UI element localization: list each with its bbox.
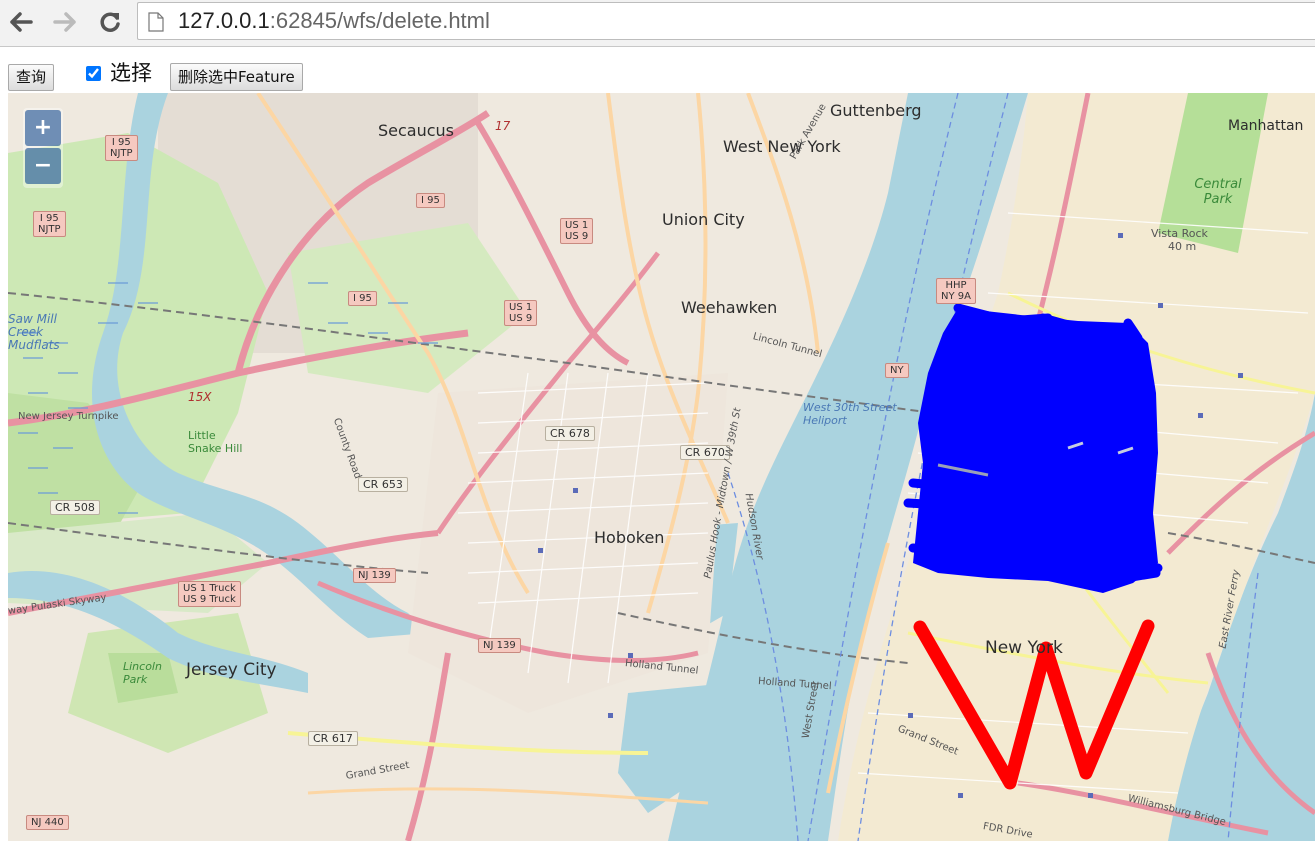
page-icon [148,12,164,32]
shield-us1-truck: US 1 Truck US 9 Truck [178,581,241,607]
place-west-30th-heliport: West 30th Street Heliport [803,401,897,427]
shield-cr678: CR 678 [545,426,595,441]
shield-i95-njtp: I 95 NJTP [33,211,66,237]
shield-i95: I 95 [416,193,445,208]
page-toolbar: 查询 选择 删除选中Feature [0,47,1315,93]
shield-hhp-ny9a: HHP NY 9A [936,278,976,304]
forward-button[interactable] [50,8,80,36]
url-path: :62845/wfs/delete.html [269,8,490,33]
shield-cr508: CR 508 [50,500,100,515]
place-vista-rock-elevation: 40 m [1168,240,1197,253]
place-manhattan: Manhattan [1228,118,1304,134]
zoom-control: + − [23,108,63,188]
shield-cr670: CR 670 [680,445,730,460]
place-lincoln-park: Lincoln Park [123,660,162,686]
place-saw-mill-creek: Saw Mill Creek Mudflats [8,312,60,352]
delete-selected-button[interactable]: 删除选中Feature [170,63,303,91]
zoom-out-button[interactable]: − [25,148,61,184]
zoom-in-button[interactable]: + [25,110,61,146]
address-bar[interactable]: 127.0.0.1:62845/wfs/delete.html [137,2,1315,40]
drawn-polygon-feature[interactable] [903,303,1163,593]
map-basemap [8,93,1315,841]
place-weehawken: Weehawken [681,298,778,317]
shield-nj139: NJ 139 [353,568,396,583]
query-button[interactable]: 查询 [8,64,55,91]
url-host: 127.0.0.1 [178,8,270,33]
shield-nj139: NJ 139 [478,638,521,653]
map-view[interactable]: Secaucus West New York Guttenberg Union … [8,93,1315,841]
place-new-york: New York [985,638,1063,658]
place-hoboken: Hoboken [594,528,665,547]
reload-icon [100,12,120,32]
url-text: 127.0.0.1:62845/wfs/delete.html [178,8,490,34]
place-west-new-york: West New York [723,137,841,156]
reload-button[interactable] [95,8,125,36]
place-little-snake-hill: Little Snake Hill [188,429,243,455]
shield-ny: NY [885,363,909,378]
place-guttenberg: Guttenberg [830,101,922,120]
select-checkbox[interactable] [86,66,101,81]
browser-toolbar: 127.0.0.1:62845/wfs/delete.html [0,0,1315,47]
shield-cr653: CR 653 [358,477,408,492]
exit-15x-label: 15X [188,390,212,404]
place-central-park: Central Park [1194,177,1242,207]
shield-cr617: CR 617 [308,731,358,746]
arrow-left-icon [10,12,33,32]
place-union-city: Union City [662,210,745,229]
road-nj-turnpike: New Jersey Turnpike [18,411,119,422]
arrow-right-icon [53,12,76,32]
place-vista-rock: Vista Rock [1151,227,1208,240]
shield-nj440: NJ 440 [26,815,69,830]
place-jersey-city: Jersey City [186,660,277,680]
exit-17-label: 17 [495,119,511,133]
shield-us1-us9: US 1 US 9 [560,218,594,244]
select-label: 选择 [110,61,152,85]
shield-us1-us9: US 1 US 9 [504,300,538,326]
shield-i95: I 95 [348,291,377,306]
back-button[interactable] [6,8,36,36]
shield-i95-njtp: I 95 NJTP [105,135,138,161]
place-secaucus: Secaucus [378,121,455,140]
